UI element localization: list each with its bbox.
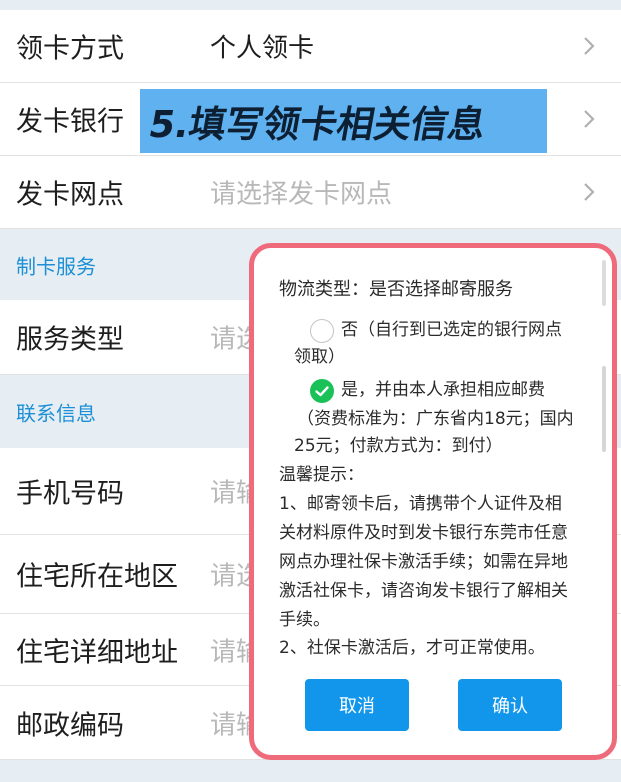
tip-1-line: 激活社保卡，请咨询发卡银行了解相关 (279, 581, 568, 601)
dialog-heading: 物流类型：是否选择邮寄服务 (279, 279, 513, 300)
option-no-text-cont: 领取） (294, 347, 345, 367)
row-label: 手机号码 (16, 478, 124, 510)
chevron-right-icon (584, 37, 595, 55)
option-yes-text[interactable]: 是，并由本人承担相应邮费 (341, 377, 545, 404)
logistics-dialog: 物流类型：是否选择邮寄服务 否（自行到已选定的银行网点 领取） 是，并由本人承担… (249, 243, 617, 760)
section-title: 联系信息 (16, 401, 96, 425)
form-row-issuing-branch[interactable]: 发卡网点 请选择发卡网点 (0, 156, 621, 229)
row-label: 邮政编码 (16, 710, 124, 741)
option-yes-fee-line: （资费标准为：广东省内18元；国内 (297, 409, 574, 429)
tip-1-line: 关材料原件及时到发卡银行东莞市任意 (279, 523, 568, 543)
tip-1-line: 1、邮寄领卡后，请携带个人证件及相 (279, 494, 562, 514)
tutorial-step-banner: 5.填写领卡相关信息 (140, 89, 547, 153)
radio-option-no[interactable] (310, 319, 334, 343)
option-no-text[interactable]: 否（自行到已选定的银行网点 (341, 317, 562, 344)
radio-option-yes[interactable] (310, 379, 334, 403)
check-icon (315, 386, 329, 397)
form-row-card-method[interactable]: 领卡方式 个人领卡 (0, 10, 621, 83)
row-label: 住宅详细地址 (16, 637, 178, 668)
option-yes-payment-line: 25元；付款方式为：到付） (294, 436, 503, 456)
row-placeholder: 请选择发卡网点 (210, 179, 393, 210)
row-label: 服务类型 (16, 324, 124, 356)
tip-1-line: 手续。 (279, 610, 330, 630)
section-title: 制卡服务 (16, 254, 96, 278)
chevron-right-icon (584, 183, 595, 201)
row-label: 发卡银行 (16, 106, 124, 138)
tips-title: 温馨提示： (279, 465, 364, 485)
cancel-button[interactable]: 取消 (305, 679, 409, 731)
confirm-button[interactable]: 确认 (458, 679, 562, 731)
row-label: 住宅所在地区 (16, 561, 178, 593)
row-label: 领卡方式 (16, 33, 124, 65)
row-value: 个人领卡 (210, 33, 315, 64)
dialog-scrollbar-track (602, 260, 606, 306)
row-label: 发卡网点 (16, 179, 124, 211)
chevron-right-icon (584, 110, 595, 128)
tip-1-line: 网点办理社保卡激活手续；如需在异地 (279, 552, 568, 572)
dialog-scrollbar-thumb[interactable] (602, 366, 606, 452)
banner-text: 5.填写领卡相关信息 (145, 103, 489, 146)
tip-2-line: 2、社保卡激活后，才可正常使用。 (279, 638, 545, 658)
